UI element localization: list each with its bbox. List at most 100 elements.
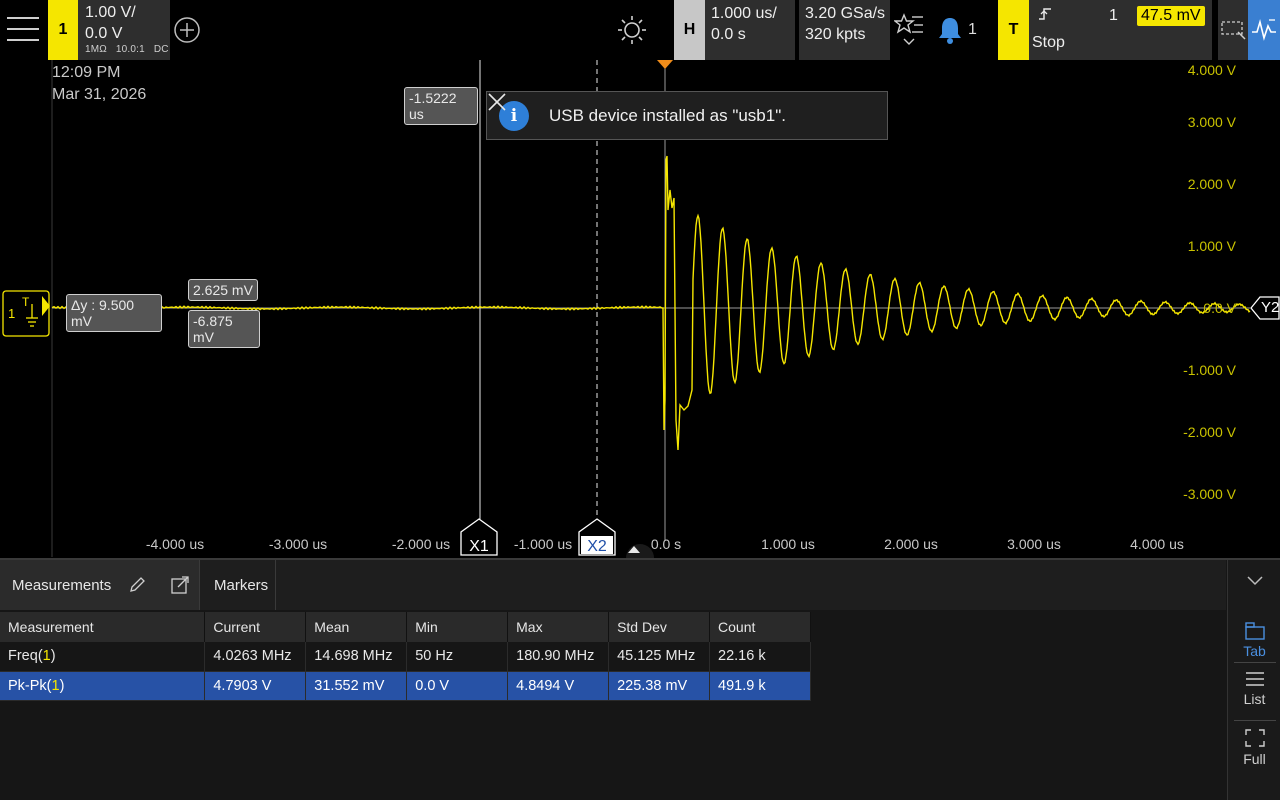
favorites-button[interactable] [892, 0, 926, 60]
y-axis-tick-label: 3.000 V [1187, 114, 1236, 130]
measurement-max: 180.90 MHz [507, 642, 610, 672]
column-header: Min [406, 612, 509, 642]
toast-message: USB device installed as "usb1". [549, 105, 786, 125]
zoom-box-button[interactable] [1218, 0, 1248, 60]
pencil-icon [130, 577, 145, 592]
measurement-max: 4.8494 V [507, 671, 610, 701]
y-axis-tick-label: 2.000 V [1187, 176, 1236, 192]
channel1-scale: 1.00 V/ [85, 4, 136, 21]
x-axis-tick-label: -4.000 us [145, 536, 205, 552]
x-axis-tick-label: -2.000 us [391, 536, 451, 552]
measurement-type: Freq( [8, 648, 43, 665]
horizontal-settings[interactable]: 1.000 us/ 0.0 s [705, 0, 795, 60]
table-row[interactable]: Freq(1) 4.0263 MHz 14.698 MHz 50 Hz 180.… [0, 642, 811, 672]
channel1-config: 1MΩ 10.0:1 DC [85, 44, 170, 55]
popout-measurements-button[interactable] [170, 575, 190, 599]
cursor-x1-label: X1 [469, 538, 489, 555]
y-axis-tick-label: -1.000 V [1183, 362, 1236, 378]
y-axis-tick-label: 1.000 V [1187, 238, 1236, 254]
measurements-table: Measurement Current Mean Min Max Std Dev… [0, 612, 811, 701]
measurement-channel: 1 [51, 677, 60, 694]
channel1-tab[interactable]: 1 [48, 0, 78, 60]
measurement-stddev: 45.125 MHz [608, 642, 711, 672]
run-state: Stop [1032, 34, 1065, 51]
table-row[interactable]: Pk-Pk(1) 4.7903 V 31.552 mV 0.0 V 4.8494… [0, 671, 811, 701]
channel1-marker-label: 1 [8, 306, 16, 321]
toast-close-button[interactable] [488, 93, 887, 136]
trigger-marker-label: T [22, 295, 30, 309]
table-header-row: Measurement Current Mean Min Max Std Dev… [0, 612, 811, 642]
cursor-x1-readout: -1.5222 us [404, 87, 478, 125]
trigger-tab[interactable]: T [998, 0, 1029, 60]
sidebar-divider [1234, 662, 1276, 663]
add-channel-button[interactable] [172, 0, 202, 60]
y-axis-tick-label: 4.000 V [1187, 62, 1236, 78]
measurement-count: 22.16 k [709, 642, 811, 672]
measurement-channel: 1 [42, 648, 51, 665]
cursor-x2-handle[interactable]: X2 [578, 518, 616, 556]
top-toolbar: 1 1.00 V/ 0.0 V 1MΩ 10.0:1 DC H 1.000 us… [0, 0, 1280, 60]
view-tab-button[interactable]: Tab [1228, 622, 1280, 659]
trigger-position-marker [657, 60, 673, 69]
tab-measurements-label: Measurements [12, 576, 112, 594]
horizontal-tab[interactable]: H [674, 0, 705, 60]
trigger-label: T [1008, 21, 1019, 38]
measurement-stddev: 225.38 mV [608, 671, 711, 701]
view-full-button[interactable]: Full [1228, 728, 1280, 767]
auto-scale-button[interactable] [1248, 0, 1280, 60]
plus-circle-icon [174, 17, 200, 43]
date-time: 12:09 PM Mar 31, 2026 [52, 62, 146, 106]
chevron-down-icon [1246, 576, 1263, 586]
hamburger-icon-line [7, 28, 39, 30]
acquisition-settings[interactable]: 3.20 GSa/s 320 kpts [799, 0, 890, 60]
measurement-name: Pk-Pk(1) [0, 671, 206, 701]
column-header: Measurement [0, 612, 206, 642]
close-icon [488, 93, 506, 111]
usb-notification-toast: i USB device installed as "usb1". [486, 91, 888, 140]
x-axis-tick-label: 4.000 us [1130, 536, 1184, 552]
panel-tabs: Measurements Markers [0, 560, 1226, 610]
x-axis-tick-label: 3.000 us [1007, 536, 1061, 552]
tab-measurements[interactable]: Measurements [0, 560, 200, 610]
x-axis-tick-label: -3.000 us [268, 536, 328, 552]
channel1-settings[interactable]: 1.00 V/ 0.0 V 1MΩ 10.0:1 DC [78, 0, 170, 60]
waveform-display[interactable]: 12:09 PM Mar 31, 2026 4.000 V 3.000 V 2.00… [0, 60, 1280, 572]
measurement-paren: ) [59, 677, 65, 694]
tab-markers[interactable]: Markers [200, 560, 276, 610]
collapse-panel-button[interactable] [1228, 574, 1280, 591]
cursor-x1-handle[interactable]: X1 [460, 518, 498, 556]
x-axis-tick-label: 1.000 us [761, 536, 815, 552]
measurement-current: 4.7903 V [204, 671, 307, 701]
auto-waveform-icon [1252, 18, 1276, 41]
trigger-settings[interactable]: 1 47.5 mV Stop [1029, 0, 1212, 60]
hamburger-icon [7, 17, 39, 19]
view-list-button[interactable]: List [1228, 670, 1280, 707]
cursor-x2-label: X2 [587, 538, 607, 555]
trigger-source: 1 [1109, 7, 1118, 24]
brightness-button[interactable] [612, 0, 652, 60]
x-axis-tick-label: 2.000 us [884, 536, 938, 552]
channel1-ground-marker[interactable]: 1 T [2, 290, 50, 338]
x-axis-tick-label: -1.000 us [513, 536, 573, 552]
column-header: Mean [305, 612, 408, 642]
fullscreen-icon [1244, 729, 1265, 747]
cursor-y2-handle[interactable]: Y2 [1250, 296, 1280, 320]
column-header: Count [709, 612, 811, 642]
sample-rate: 3.20 GSa/s [805, 5, 886, 22]
main-menu-button[interactable] [0, 0, 46, 60]
view-tab-label: Tab [1243, 643, 1266, 659]
notification-count: 1 [968, 21, 977, 38]
view-full-label: Full [1243, 751, 1266, 767]
measurement-mean: 14.698 MHz [305, 642, 408, 672]
measurement-current: 4.0263 MHz [204, 642, 307, 672]
edit-measurements-button[interactable] [128, 576, 146, 598]
rising-edge-icon [1039, 8, 1051, 20]
zoom-box-icon [1221, 21, 1246, 40]
notifications-button[interactable]: 1 [930, 0, 990, 60]
sun-icon [618, 16, 646, 44]
y-axis-tick-label: -3.000 V [1183, 486, 1236, 502]
chevron-down-icon [903, 38, 915, 45]
channel1-probe: 10.0:1 [115, 44, 145, 55]
trigger-level: 47.5 mV [1137, 6, 1205, 26]
horizontal-label: H [683, 21, 696, 38]
